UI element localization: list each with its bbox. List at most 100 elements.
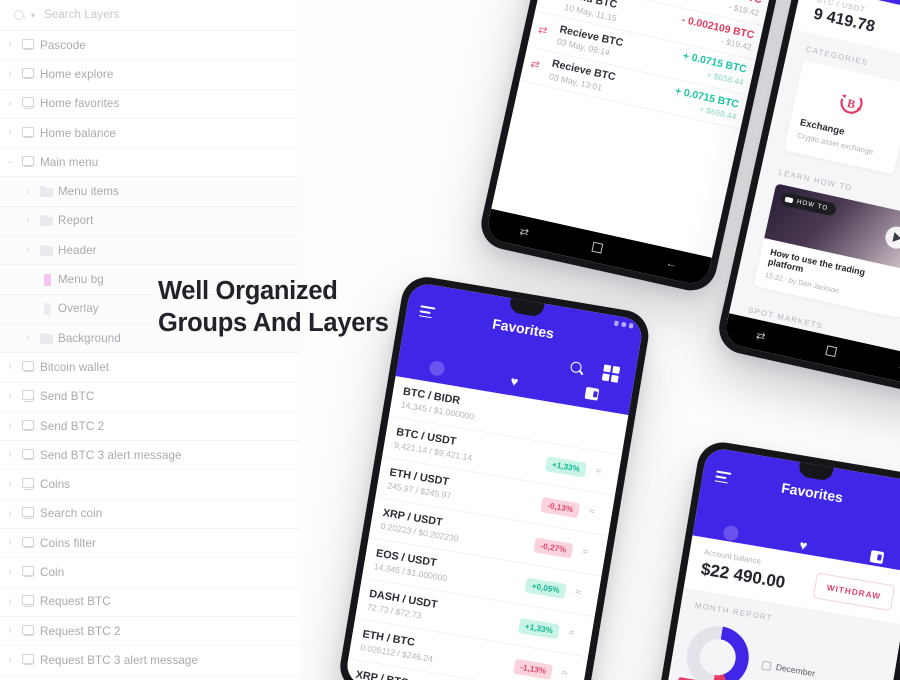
layer-row-request-btc[interactable]: › Request BTC	[0, 587, 300, 617]
page-title: Well Organized Groups And Layers	[158, 276, 389, 340]
category-card-exchange[interactable]: B Exchange Crypto asset exchange	[783, 60, 900, 175]
chevron-right-icon[interactable]: ›	[2, 98, 18, 109]
folder-icon	[36, 186, 58, 198]
sparkline-icon: ≈	[567, 627, 575, 640]
layer-label: Request BTC 2	[40, 624, 121, 638]
layer-row-request-btc-3-alert-message[interactable]: › Request BTC 3 alert message	[0, 646, 300, 676]
rectangle-layer-icon	[36, 273, 58, 286]
layer-row-header[interactable]: › Header	[0, 236, 300, 266]
layer-label: Main menu	[40, 155, 99, 169]
status-badge: +1,33%	[545, 455, 588, 478]
status-badge: -0,13%	[540, 496, 581, 518]
layer-label: Header	[58, 243, 97, 257]
back-icon[interactable]: ←	[896, 360, 900, 374]
layer-row-report[interactable]: › Report	[0, 206, 300, 237]
artboard-icon	[18, 67, 40, 81]
layer-label: Overlay	[58, 302, 99, 316]
favorites-screen: Favorites ♥ BTC / BIDR 14,345 / $1.00000…	[344, 281, 645, 680]
artboard-icon	[18, 536, 40, 550]
layer-row-send-btc-2[interactable]: › Send BTC 2	[0, 411, 300, 442]
layer-row-search-coin[interactable]: › Search coin	[0, 499, 300, 530]
chevron-down-icon[interactable]: ›	[5, 154, 16, 170]
howto-badge: HOW TO	[779, 192, 838, 217]
layer-label: Home favorites	[40, 97, 120, 111]
transaction-list[interactable]: ⇄ Send BTC 11 July, 17:05 - 0.043010 BTC…	[519, 0, 788, 130]
compass-icon	[721, 523, 740, 542]
artboard-icon	[18, 126, 40, 140]
recents-icon[interactable]: ⇄	[518, 224, 530, 239]
artboard-icon	[18, 97, 40, 110]
layer-row-home-favorites[interactable]: › Home favorites	[0, 89, 300, 119]
phone-mockup-balance: Favorites ♥ Account balance $22 490.00 W…	[647, 438, 900, 680]
search-icon	[14, 9, 27, 22]
chevron-right-icon[interactable]: ›	[2, 655, 18, 665]
search-icon[interactable]	[569, 361, 584, 376]
chevron-right-icon[interactable]: ›	[2, 508, 18, 519]
artboard-icon	[18, 360, 40, 374]
chevron-right-icon[interactable]: ›	[2, 391, 18, 402]
chevron-right-icon[interactable]: ›	[2, 567, 18, 577]
sparkline-icon: ≈	[588, 505, 596, 518]
chevron-right-icon[interactable]: ›	[2, 479, 18, 490]
android-navigation-bar[interactable]: ⇄ ←	[484, 208, 712, 287]
layer-row-menu-items[interactable]: › Menu items	[0, 177, 300, 207]
artboard-icon	[18, 478, 40, 491]
chevron-right-icon[interactable]: ›	[20, 215, 36, 226]
layer-row-coins-filter[interactable]: › Coins filter	[0, 529, 300, 559]
chevron-right-icon[interactable]: ›	[2, 128, 18, 138]
layer-row-coins[interactable]: › Coins	[0, 470, 300, 500]
artboard-icon	[18, 595, 40, 608]
layer-label: Pascode	[40, 38, 86, 52]
report-month-row: December	[761, 660, 816, 678]
folder-icon	[36, 244, 58, 256]
search-input[interactable]: ▾ Search Layers	[0, 0, 300, 31]
artboard-icon	[18, 448, 40, 462]
chevron-right-icon[interactable]: ›	[2, 626, 18, 636]
layer-row-send-btc[interactable]: › Send BTC	[0, 382, 300, 412]
heart-icon: ♥	[798, 536, 809, 553]
wallet-icon	[584, 386, 600, 401]
chevron-right-icon[interactable]: ›	[2, 538, 18, 548]
chevron-right-icon[interactable]: ›	[2, 362, 18, 372]
withdraw-button[interactable]: WITHDRAW	[812, 572, 896, 612]
chevron-right-icon[interactable]: ›	[20, 245, 36, 255]
wallet-icon	[869, 550, 884, 564]
layer-row-send-btc-3-alert-message[interactable]: › Send BTC 3 alert message	[0, 441, 300, 471]
layer-row-btc-address[interactable]: ›BTC Address	[0, 675, 300, 680]
home-icon[interactable]	[825, 345, 838, 358]
recents-icon[interactable]: ⇄	[755, 328, 767, 343]
layer-label: Menu items	[58, 185, 119, 199]
chevron-right-icon[interactable]: ›	[2, 421, 18, 431]
compass-icon	[428, 359, 446, 377]
status-bar-icons	[613, 320, 634, 329]
layer-row-coin[interactable]: › Coin	[0, 558, 300, 588]
chevron-right-icon[interactable]: ›	[2, 596, 18, 607]
transfer-arrows-icon: ⇄	[536, 23, 547, 37]
layer-row-pascode[interactable]: › Pascode	[0, 31, 300, 61]
layer-row-home-balance[interactable]: › Home balance	[0, 118, 300, 149]
chevron-right-icon[interactable]: ›	[2, 450, 18, 460]
folder-icon	[36, 332, 58, 344]
layer-row-home-explore[interactable]: › Home explore	[0, 60, 300, 90]
play-icon[interactable]	[883, 224, 900, 251]
layer-row-main-menu[interactable]: › Main menu	[0, 148, 300, 178]
layer-tree[interactable]: › Pascode › Home explore › Home favorites › Hom…	[0, 31, 300, 680]
chevron-right-icon[interactable]: ›	[20, 333, 36, 343]
chevron-right-icon[interactable]: ›	[20, 186, 36, 197]
month-report-donut-chart: +$2 1	[676, 621, 754, 680]
layer-row-request-btc-2[interactable]: › Request BTC 2	[0, 616, 300, 647]
headline-line-2: Groups And Layers	[158, 308, 389, 337]
status-badge: -0,27%	[533, 536, 574, 559]
artboard-icon	[18, 38, 40, 52]
home-icon[interactable]	[591, 241, 604, 254]
layer-row-bitcoin-wallet[interactable]: › Bitcoin wallet	[0, 353, 300, 383]
sparkline-icon: ≈	[560, 667, 569, 680]
chevron-right-icon[interactable]: ›	[2, 69, 18, 79]
favorites-pair-list[interactable]: BTC / BIDR 14,345 / $1.000000 BTC / USDT…	[344, 376, 629, 680]
back-icon[interactable]: ←	[665, 257, 678, 271]
phone-notch	[508, 297, 545, 318]
layer-label: Home balance	[40, 126, 116, 140]
artboard-icon	[18, 507, 40, 520]
transfer-arrows-icon: ⇄	[545, 0, 562, 4]
chevron-right-icon[interactable]: ›	[2, 40, 18, 50]
